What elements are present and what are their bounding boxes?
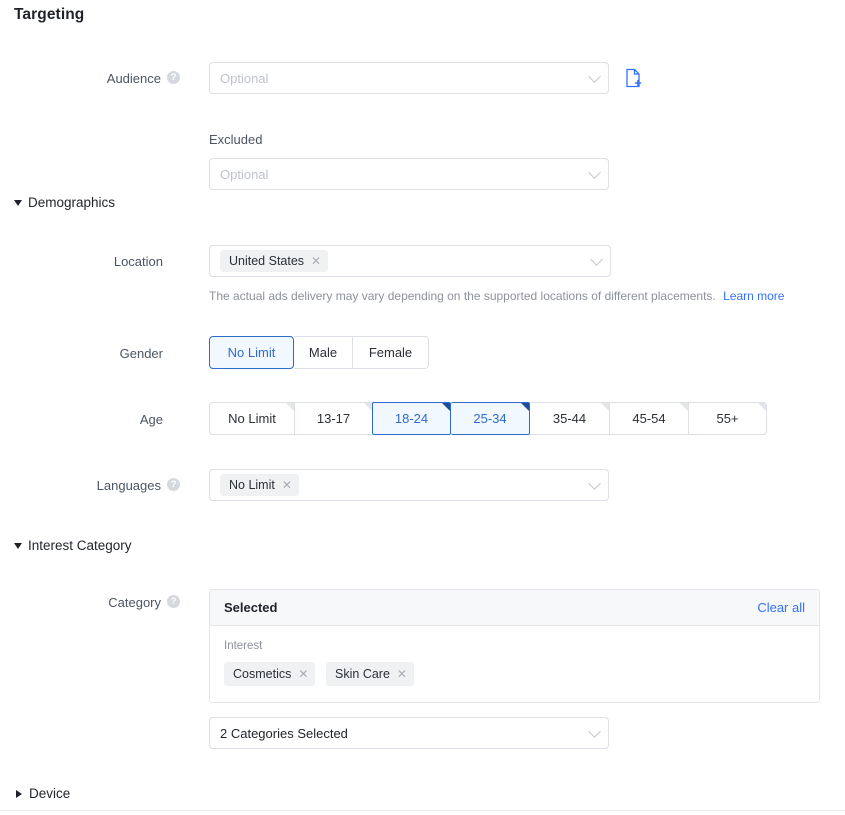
gender-option-no-limit[interactable]: No Limit [209, 336, 294, 369]
category-label: Category? [30, 594, 180, 610]
gender-label-text: Gender [120, 346, 163, 361]
corner-marker-icon [601, 403, 609, 411]
clear-all-link[interactable]: Clear all [757, 600, 805, 615]
section-demographics[interactable]: Demographics [14, 195, 115, 210]
age-option-label: 35-44 [553, 411, 586, 426]
interest-group-label: Interest [224, 640, 805, 652]
age-button-group[interactable]: No Limit 13-17 18-24 25-34 35-44 45-54 5… [209, 402, 767, 435]
learn-more-link[interactable]: Learn more [723, 289, 784, 303]
age-option-no-limit[interactable]: No Limit [209, 402, 294, 435]
section-demographics-label: Demographics [28, 195, 115, 210]
categories-selected-value: 2 Categories Selected [220, 726, 348, 741]
close-icon[interactable]: ✕ [282, 479, 292, 491]
age-label: Age [30, 411, 163, 427]
corner-marker-icon [286, 403, 294, 411]
close-icon[interactable]: ✕ [397, 668, 407, 680]
excluded-placeholder: Optional [220, 167, 268, 182]
corner-marker-icon [521, 403, 529, 411]
section-device-label: Device [29, 786, 70, 801]
chevron-down-icon [588, 70, 601, 83]
audience-label: Audience? [30, 70, 180, 86]
age-option-55-plus[interactable]: 55+ [688, 402, 767, 435]
file-add-icon[interactable] [625, 68, 643, 88]
age-option-35-44[interactable]: 35-44 [530, 402, 609, 435]
location-label: Location [30, 253, 163, 269]
triangle-right-icon [16, 790, 22, 798]
corner-marker-icon [758, 403, 766, 411]
age-option-label: 13-17 [317, 411, 350, 426]
corner-marker-icon [364, 403, 372, 411]
close-icon[interactable]: ✕ [298, 668, 308, 680]
section-interest-category[interactable]: Interest Category [14, 538, 132, 553]
age-option-18-24[interactable]: 18-24 [372, 402, 451, 435]
selected-panel-header: Selected Clear all [210, 590, 819, 626]
selected-panel-title: Selected [224, 600, 277, 615]
audience-placeholder: Optional [220, 71, 268, 86]
section-interest-category-label: Interest Category [28, 538, 132, 553]
tag-label: Skin Care [335, 667, 390, 681]
category-label-text: Category [108, 595, 161, 610]
chevron-down-icon [588, 725, 601, 738]
tag-united-states[interactable]: United States ✕ [220, 250, 328, 272]
selected-categories-panel: Selected Clear all Interest Cosmetics ✕ … [209, 589, 820, 703]
gender-option-female[interactable]: Female [352, 336, 429, 369]
excluded-select[interactable]: Optional [209, 158, 609, 190]
corner-marker-icon [680, 403, 688, 411]
bottom-divider [0, 810, 845, 811]
gender-button-group[interactable]: No Limit Male Female [209, 336, 429, 369]
age-option-label: 55+ [716, 411, 738, 426]
age-option-13-17[interactable]: 13-17 [294, 402, 372, 435]
audience-select[interactable]: Optional [209, 62, 609, 94]
chevron-down-icon [588, 477, 601, 490]
help-circle-icon[interactable]: ? [167, 71, 180, 84]
tag-no-limit[interactable]: No Limit ✕ [220, 474, 299, 496]
excluded-label-text: Excluded [209, 132, 262, 147]
location-helper-message: The actual ads delivery may vary dependi… [209, 289, 716, 303]
location-label-text: Location [114, 254, 163, 269]
corner-marker-icon [442, 403, 450, 411]
age-option-25-34[interactable]: 25-34 [451, 402, 530, 435]
age-option-label: No Limit [228, 411, 276, 426]
gender-option-male[interactable]: Male [294, 336, 352, 369]
languages-select[interactable]: No Limit ✕ [209, 469, 609, 501]
triangle-down-icon [14, 200, 22, 206]
triangle-down-icon [14, 543, 22, 549]
help-circle-icon[interactable]: ? [167, 595, 180, 608]
gender-label: Gender [30, 345, 163, 361]
file-add-svg [625, 68, 643, 88]
location-helper-text: The actual ads delivery may vary dependi… [209, 289, 784, 303]
categories-select[interactable]: 2 Categories Selected [209, 717, 609, 749]
excluded-label: Excluded [209, 131, 359, 147]
location-select[interactable]: United States ✕ [209, 245, 611, 277]
interest-tag-list: Cosmetics ✕ Skin Care ✕ [224, 662, 805, 686]
tag-skin-care[interactable]: Skin Care ✕ [326, 662, 414, 686]
tag-cosmetics[interactable]: Cosmetics ✕ [224, 662, 315, 686]
age-option-label: 18-24 [395, 411, 428, 426]
selected-panel-body: Interest Cosmetics ✕ Skin Care ✕ [210, 626, 819, 686]
audience-label-text: Audience [107, 71, 161, 86]
tag-label: United States [229, 254, 304, 268]
page-title: Targeting [14, 6, 84, 24]
tag-label: Cosmetics [233, 667, 291, 681]
chevron-down-icon [590, 253, 603, 266]
tag-label: No Limit [229, 478, 275, 492]
age-option-45-54[interactable]: 45-54 [609, 402, 688, 435]
age-option-label: 45-54 [632, 411, 665, 426]
age-option-label: 25-34 [473, 411, 506, 426]
languages-label-text: Languages [97, 478, 161, 493]
chevron-down-icon [588, 166, 601, 179]
section-device[interactable]: Device [14, 786, 70, 801]
close-icon[interactable]: ✕ [311, 255, 321, 267]
age-label-text: Age [140, 412, 163, 427]
languages-label: Languages? [30, 477, 180, 493]
help-circle-icon[interactable]: ? [167, 478, 180, 491]
